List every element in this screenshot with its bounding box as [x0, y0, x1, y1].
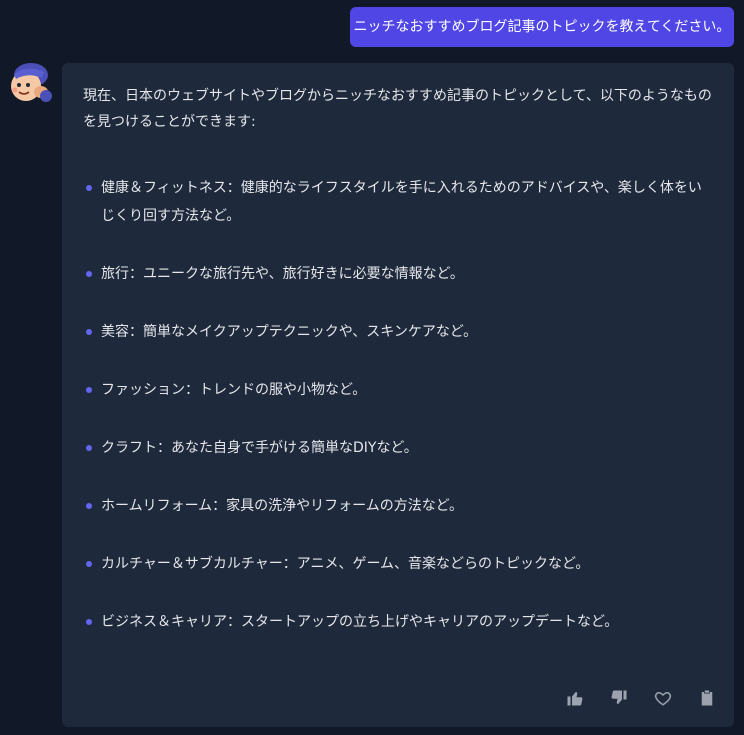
topic-text: ホームリフォーム：家具の洗浄やリフォームの方法など。: [101, 498, 464, 514]
bullet-icon: [86, 445, 92, 451]
topic-list: 健康＆フィットネス：健康的なライフスタイルを手に入れるためのアドバイスや、楽しく…: [83, 174, 713, 666]
assistant-message-card: 現在、日本のウェブサイトやブログからニッチなおすすめ記事のトピックとして、以下の…: [62, 63, 734, 727]
list-item: クラフト：あなた自身で手がける簡単なDIYなど。: [83, 434, 713, 462]
list-item: ファッション：トレンドの服や小物など。: [83, 376, 713, 404]
chat-page: ニッチなおすすめブログ記事のトピックを教えてください。 現在、日本のウェブサイト…: [0, 0, 744, 735]
list-item: 健康＆フィットネス：健康的なライフスタイルを手に入れるためのアドバイスや、楽しく…: [83, 174, 713, 230]
topic-text: ビジネス＆キャリア：スタートアップの立ち上げやキャリアのアップデートなど。: [101, 614, 619, 630]
list-item: 美容：簡単なメイクアップテクニックや、スキンケアなど。: [83, 318, 713, 346]
list-item: ホームリフォーム：家具の洗浄やリフォームの方法など。: [83, 492, 713, 520]
bullet-icon: [86, 185, 92, 191]
bullet-icon: [86, 329, 92, 335]
topic-text: ファッション：トレンドの服や小物など。: [101, 382, 367, 398]
bullet-icon: [86, 271, 92, 277]
bot-avatar-icon: [4, 60, 56, 106]
clipboard-icon[interactable]: [698, 689, 716, 707]
bullet-icon: [86, 619, 92, 625]
topic-text: クラフト：あなた自身で手がける簡単なDIYなど。: [101, 440, 418, 456]
bullet-icon: [86, 387, 92, 393]
bullet-icon: [86, 561, 92, 567]
topic-text: カルチャー＆サブカルチャー：アニメ、ゲーム、音楽などらのトピックなど。: [101, 556, 590, 572]
user-message-text: ニッチなおすすめブログ記事のトピックを教えてください。: [353, 19, 731, 35]
list-item: カルチャー＆サブカルチャー：アニメ、ゲーム、音楽などらのトピックなど。: [83, 550, 713, 578]
heart-icon[interactable]: [654, 689, 672, 707]
thumbs-down-icon[interactable]: [610, 689, 628, 707]
list-item: 旅行：ユニークな旅行先や、旅行好きに必要な情報など。: [83, 260, 713, 288]
bullet-icon: [86, 503, 92, 509]
topic-text: 健康＆フィットネス：健康的なライフスタイルを手に入れるためのアドバイスや、楽しく…: [101, 180, 702, 224]
user-message-bubble: ニッチなおすすめブログ記事のトピックを教えてください。: [350, 7, 734, 47]
topic-text: 旅行：ユニークな旅行先や、旅行好きに必要な情報など。: [101, 266, 464, 282]
topic-text: 美容：簡単なメイクアップテクニックや、スキンケアなど。: [101, 324, 478, 340]
message-actions: [566, 689, 716, 707]
list-item: ビジネス＆キャリア：スタートアップの立ち上げやキャリアのアップデートなど。: [83, 608, 713, 636]
assistant-intro-text: 現在、日本のウェブサイトやブログからニッチなおすすめ記事のトピックとして、以下の…: [83, 88, 712, 130]
thumbs-up-icon[interactable]: [566, 689, 584, 707]
